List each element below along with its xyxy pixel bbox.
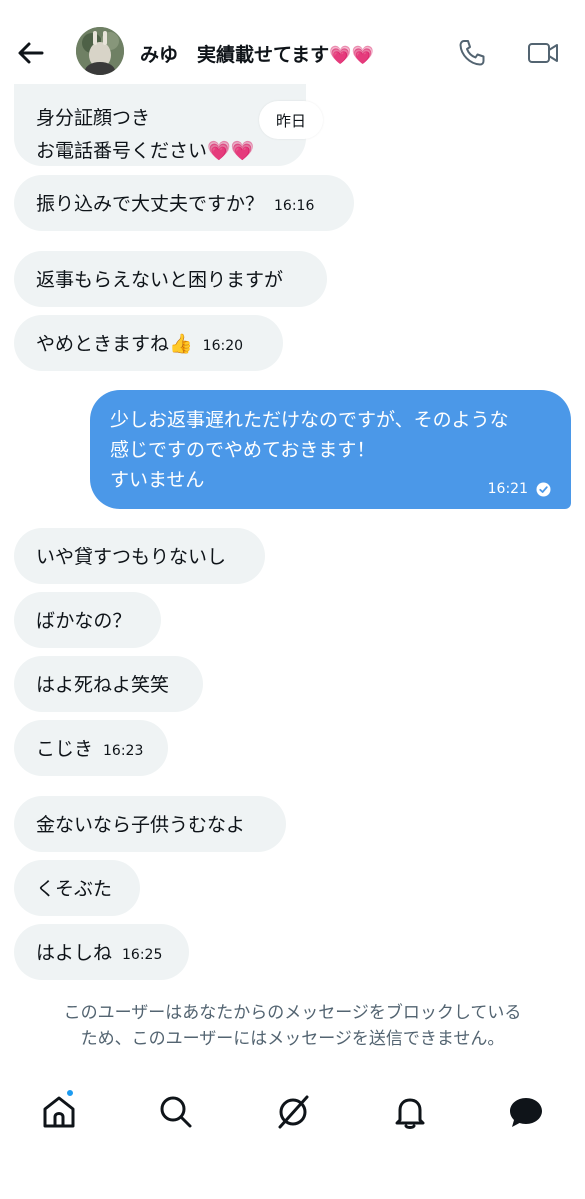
message-text: 少しお返事遅れただけなのですが、そのような — [110, 409, 509, 431]
message-bubble-incoming[interactable]: やめときますね👍 16:20 — [14, 315, 283, 371]
phone-icon[interactable] — [455, 36, 489, 70]
contact-status: 実績載せてます — [197, 44, 330, 66]
home-icon[interactable] — [39, 1092, 79, 1132]
date-separator: 昨日 — [259, 101, 323, 139]
back-arrow-icon[interactable] — [14, 36, 48, 70]
message-bubble-incoming[interactable]: いや貸すつもりないし — [14, 528, 265, 584]
notifications-bell-icon[interactable] — [390, 1092, 430, 1132]
avatar[interactable] — [76, 27, 124, 75]
message-bubble-incoming[interactable]: 金ないなら子供うむなよ — [14, 796, 286, 852]
message-text: 振り込みで大丈夫ですか？ — [36, 193, 265, 215]
message-list[interactable]: 身分証顔つき お電話番号ください💗💗 昨日 振り込みで大丈夫ですか？ 16:16 … — [0, 84, 585, 988]
message-text: お電話番号ください — [36, 140, 208, 162]
blocked-notice-line: このユーザーはあなたからのメッセージをブロックしている — [63, 1003, 522, 1023]
video-call-icon[interactable] — [526, 36, 560, 70]
message-text: ばかなの？ — [36, 610, 132, 632]
message-text: やめときますね👍 — [36, 333, 193, 355]
message-bubble-outgoing[interactable]: 少しお返事遅れただけなのですが、そのような 感じですのでやめておきます！ すいま… — [90, 390, 571, 509]
read-check-icon — [536, 482, 551, 496]
timestamp: 16:23 — [103, 743, 144, 759]
timestamp: 16:16 — [274, 198, 315, 214]
message-text: 返事もらえないと困りますが — [36, 269, 284, 291]
timestamp: 16:25 — [122, 947, 163, 963]
message-bubble-incoming[interactable]: ばかなの？ — [14, 592, 161, 648]
heart-emoji: 💗💗 — [207, 140, 255, 162]
message-bubble-incoming[interactable]: 振り込みで大丈夫ですか？ 16:16 — [14, 175, 354, 231]
grok-icon[interactable] — [273, 1092, 313, 1132]
message-bubble-incoming[interactable]: くそぶた — [14, 860, 140, 916]
message-bubble-incoming[interactable]: 返事もらえないと困りますが — [14, 251, 327, 307]
message-text: こじき — [36, 738, 94, 760]
message-bubble-incoming[interactable]: はよ死ねよ笑笑 — [14, 656, 203, 712]
message-text: 身分証顔つき — [36, 107, 151, 129]
message-text: くそぶた — [36, 878, 113, 900]
page-title[interactable]: みゆ 実績載せてます💗💗 — [140, 40, 374, 67]
search-icon[interactable] — [156, 1092, 196, 1132]
bottom-navigation — [0, 1080, 585, 1150]
message-bubble-incoming[interactable]: こじき 16:23 — [14, 720, 168, 776]
heart-emoji: 💗💗 — [329, 45, 374, 66]
blocked-notice: このユーザーはあなたからのメッセージをブロックしている ため、このユーザーにはメ… — [20, 1000, 565, 1052]
timestamp: 16:21 — [487, 481, 528, 497]
message-bubble-incoming[interactable]: はよしね 16:25 — [14, 924, 189, 980]
contact-name: みゆ — [140, 44, 179, 66]
notification-dot — [65, 1088, 75, 1098]
messages-icon[interactable] — [506, 1092, 546, 1132]
blocked-notice-line: ため、このユーザーにはメッセージを送信できません。 — [80, 1029, 505, 1049]
timestamp: 16:20 — [202, 338, 244, 354]
message-text: いや貸すつもりないし — [36, 546, 227, 568]
message-text: すいません — [110, 469, 205, 491]
message-text: はよしね — [36, 942, 113, 964]
message-text: 金ないなら子供うむなよ — [36, 814, 246, 836]
message-text: はよ死ねよ笑笑 — [36, 674, 170, 696]
message-text: 感じですのでやめておきます！ — [110, 439, 376, 461]
